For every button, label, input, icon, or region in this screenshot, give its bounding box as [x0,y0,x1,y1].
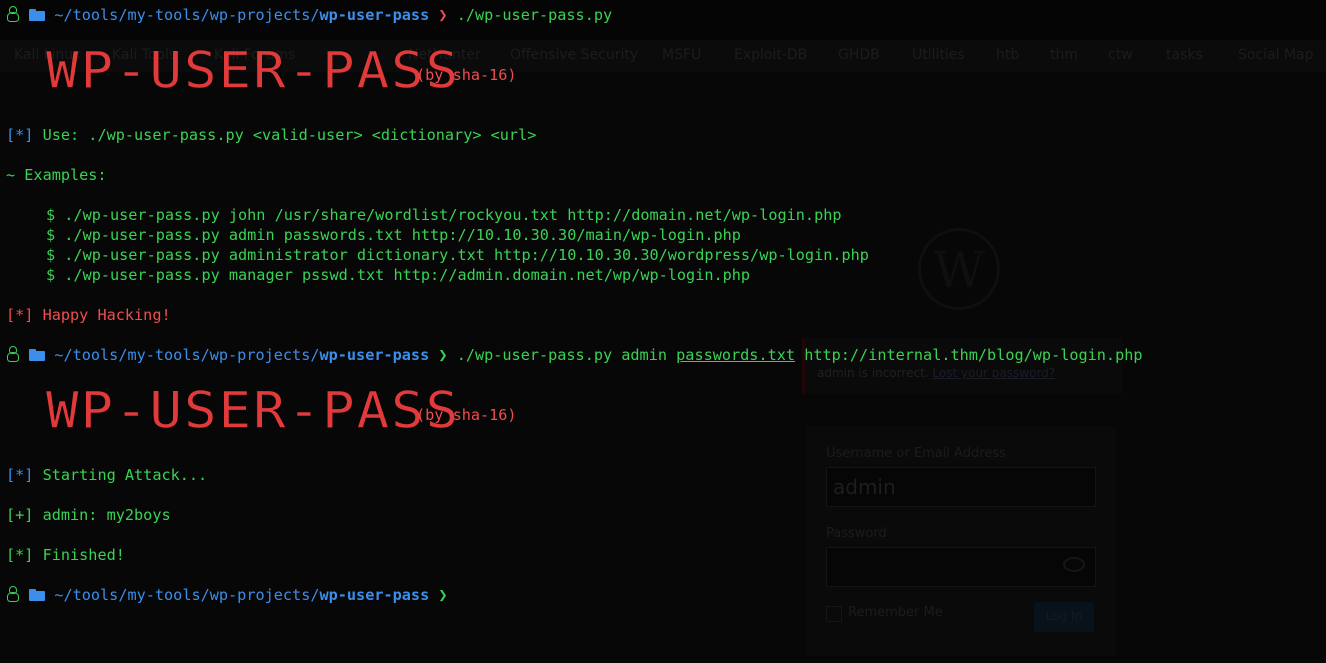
usage-line: [*] Use: ./wp-user-pass.py <valid-user> … [6,125,536,145]
example-line: $ ./wp-user-pass.py manager psswd.txt ht… [46,266,751,284]
info-tag: [*] [6,466,34,484]
folder-icon [29,589,46,601]
banner-byline: (by sha-16) [416,406,517,424]
prompt-dir: wp-user-pass [319,346,430,364]
finished-line: [*] Finished! [6,545,125,565]
success-tag: [+] [6,506,34,524]
linux-tux-icon [6,6,20,23]
example-line: $ ./wp-user-pass.py john /usr/share/word… [46,206,842,224]
finished-text: Finished! [42,546,125,564]
folder-icon [29,349,46,361]
found-line: [+] admin: my2boys [6,505,171,525]
happy-line: [*] Happy Hacking! [6,305,171,325]
ascii-banner: WP-USER-PASS [46,41,461,100]
terminal-output[interactable]: ~/tools/my-tools/wp-projects/wp-user-pas… [0,0,1326,663]
prompt-arrow-icon: ❯ [438,586,448,604]
prompt-dir: wp-user-pass [319,586,430,604]
linux-tux-icon [6,586,20,603]
example-line: $ ./wp-user-pass.py admin passwords.txt … [46,226,741,244]
command-url-arg: http://internal.thm/blog/wp-login.php [804,346,1143,364]
prompt-line: ~/tools/my-tools/wp-projects/wp-user-pas… [6,5,612,25]
ascii-banner: WP-USER-PASS [46,381,461,440]
examples-header: ~ Examples: [6,166,107,184]
usage-text: Use: ./wp-user-pass.py <valid-user> <dic… [42,126,537,144]
start-text: Starting Attack... [42,466,208,484]
happy-tag: [*] [6,306,34,324]
status-line: [*] Starting Attack... [6,465,207,485]
banner-byline: (by sha-16) [416,66,517,84]
prompt-path: ~/tools/my-tools/wp-projects/ [54,6,320,24]
command-program: ./wp-user-pass.py admin [456,346,667,364]
prompt-arrow-icon: ❯ [438,6,448,24]
linux-tux-icon [6,346,20,363]
prompt-path: ~/tools/my-tools/wp-projects/ [54,586,320,604]
command-file-arg: passwords.txt [676,346,796,364]
command-text: ./wp-user-pass.py [456,6,613,24]
example-line: $ ./wp-user-pass.py administrator dictio… [46,246,869,264]
prompt-line: ~/tools/my-tools/wp-projects/wp-user-pas… [6,345,1143,365]
prompt-dir: wp-user-pass [319,6,430,24]
happy-text: Happy Hacking! [42,306,171,324]
found-credentials: admin: my2boys [42,506,171,524]
prompt-arrow-icon: ❯ [438,346,448,364]
folder-icon [29,9,46,21]
finished-tag: [*] [6,546,34,564]
prompt-path: ~/tools/my-tools/wp-projects/ [54,346,320,364]
info-tag: [*] [6,126,34,144]
prompt-line[interactable]: ~/tools/my-tools/wp-projects/wp-user-pas… [6,585,448,605]
